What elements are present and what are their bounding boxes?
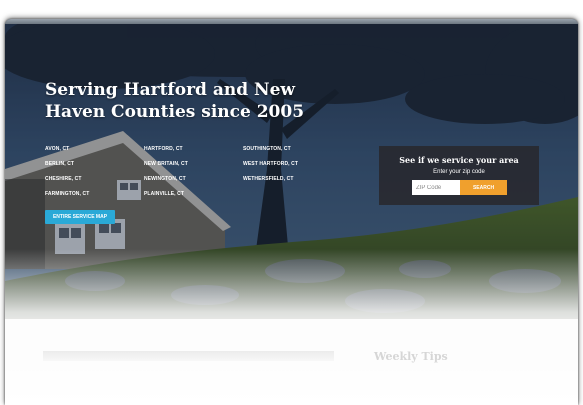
town-link[interactable]: CHESHIRE, CT [45,173,144,186]
zip-search-panel: See if we service your area Enter your z… [379,146,539,205]
town-link[interactable]: FARMINGTON, CT [45,188,144,201]
town-link[interactable]: PLAINVILLE, CT [144,188,243,201]
town-link[interactable]: BERLIN, CT [45,158,144,171]
zip-panel-subheading: Enter your zip code [433,169,485,175]
town-link[interactable]: HARTFORD, CT [144,143,243,156]
town-link[interactable]: WEST HARTFORD, CT [243,158,342,171]
zip-search-button[interactable]: SEARCH [460,180,507,195]
town-link[interactable]: WETHERSFIELD, CT [243,173,342,186]
town-link[interactable]: NEWINGTON, CT [144,173,243,186]
bottom-reflection-fade [5,359,578,405]
page-title: Serving Hartford and New Haven Counties … [45,80,305,122]
zip-code-input[interactable] [412,180,460,195]
town-link[interactable]: SOUTHINGTON, CT [243,143,342,156]
town-link[interactable]: AVON, CT [45,143,144,156]
town-link-empty [243,188,342,201]
entire-service-map-button[interactable]: ENTIRE SERVICE MAP [45,210,115,224]
service-town-list: AVON, CT HARTFORD, CT SOUTHINGTON, CT BE… [45,143,345,201]
hero-section: Serving Hartford and New Haven Counties … [5,19,578,319]
hero-bottom-fade [5,249,578,319]
browser-top-edge [5,19,578,24]
zip-panel-heading: See if we service your area [399,155,519,165]
browser-viewport: Serving Hartford and New Haven Counties … [5,19,578,405]
town-link[interactable]: NEW BRITAIN, CT [144,158,243,171]
